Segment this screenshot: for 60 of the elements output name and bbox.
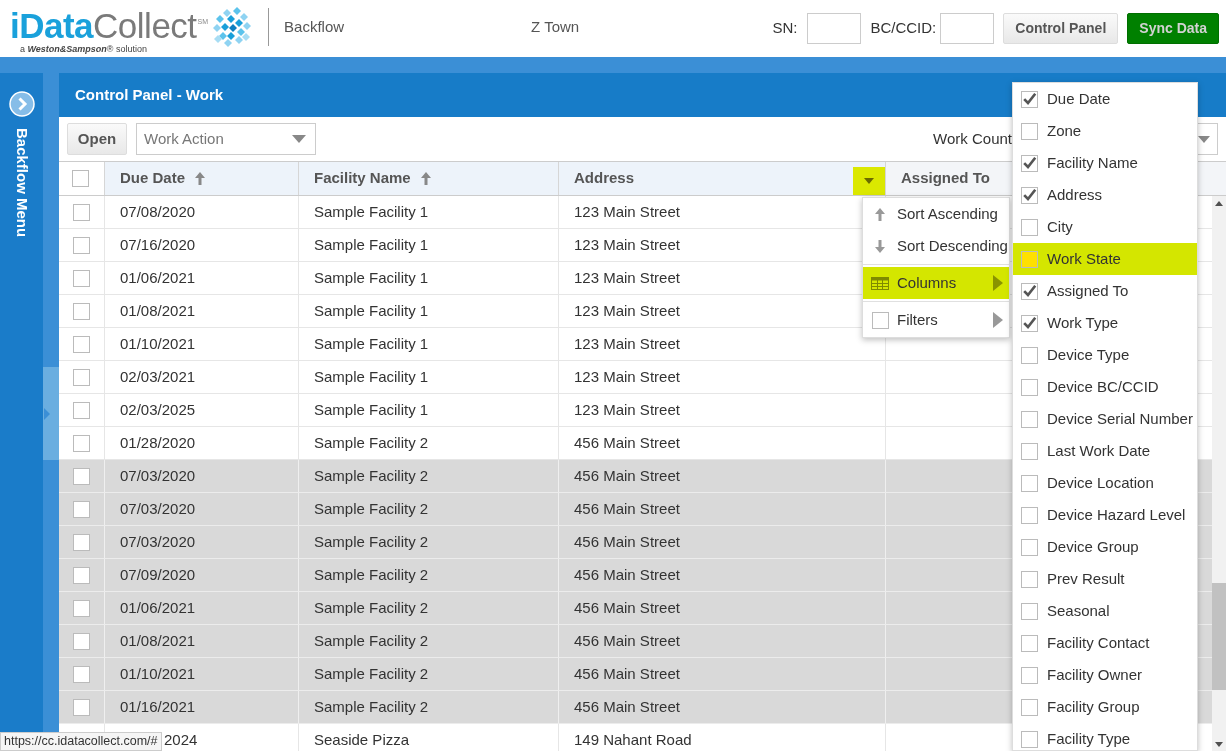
table-cell-text: 01/10/2021 <box>120 333 196 354</box>
table-cell-text: Sample Facility 2 <box>314 498 429 519</box>
table-cell-text: 456 Main Street <box>574 465 680 486</box>
table-cell-text: 01/06/2021 <box>120 267 196 288</box>
table-cell-text: Sample Facility 2 <box>314 630 429 651</box>
url-tooltip: https://cc.idatacollect.com/# <box>0 732 162 751</box>
logo-tagline: a Weston&Sampson® solution <box>20 44 148 54</box>
module-title: Backflow <box>284 16 345 37</box>
table-cell-text: Sample Facility 1 <box>314 234 429 255</box>
table-cell-text: 07/09/2020 <box>120 564 196 585</box>
table-cell-text: Sample Facility 2 <box>314 597 429 618</box>
table-cell-text: 01/10/2021 <box>120 663 196 684</box>
table-cell-text: 456 Main Street <box>574 432 680 453</box>
table-cell-text: 01/16/2021 <box>120 696 196 717</box>
table-cell-text: 07/08/2020 <box>120 201 196 222</box>
table-cell-text: 456 Main Street <box>574 696 680 717</box>
table-cell-text: Sample Facility 2 <box>314 696 429 717</box>
table-cell-text: 01/08/2021 <box>120 300 196 321</box>
table-cell-text: 2024 <box>164 729 198 750</box>
table-cell-text: 02/03/2025 <box>120 399 196 420</box>
table-cell-text: 07/03/2020 <box>120 531 196 552</box>
table-cell-text: 123 Main Street <box>574 201 680 222</box>
table-cell-text: Seaside Pizza <box>314 729 410 750</box>
table-cell-text: 07/16/2020 <box>120 234 196 255</box>
table-cell-text: 07/03/2020 <box>120 465 196 486</box>
table-cell-text: Sample Facility 2 <box>314 663 429 684</box>
table-cell-text: Sample Facility 1 <box>314 366 429 387</box>
work-count-label: Work Count <box>933 128 1012 149</box>
table-cell-text: 456 Main Street <box>574 498 680 519</box>
table-cell-text: Sample Facility 2 <box>314 564 429 585</box>
town-name: Z Town <box>531 16 580 37</box>
table-cell-text: 456 Main Street <box>574 531 680 552</box>
table-cell-text: Sample Facility 2 <box>314 432 429 453</box>
logo-wordmark: iDataCollect <box>10 8 197 44</box>
table-cell-text: 456 Main Street <box>574 564 680 585</box>
table-cell-text: Sample Facility 1 <box>314 333 429 354</box>
table-cell-text: 123 Main Street <box>574 267 680 288</box>
table-cell-text: Sample Facility 1 <box>314 267 429 288</box>
field-label: BC/CCID: <box>870 18 937 39</box>
table-cell-text: 123 Main Street <box>574 300 680 321</box>
table-cell-text: 123 Main Street <box>574 366 680 387</box>
table-cell-text: 149 Nahant Road <box>574 729 692 750</box>
table-cell-text: 123 Main Street <box>574 333 680 354</box>
table-cell-text: 456 Main Street <box>574 630 680 651</box>
table-cell-text: 07/03/2020 <box>120 498 196 519</box>
table-cell-text: 456 Main Street <box>574 597 680 618</box>
table-cell-text: 01/28/2020 <box>120 432 196 453</box>
table-cell-text: 02/03/2021 <box>120 366 196 387</box>
table-cell-text: 123 Main Street <box>574 234 680 255</box>
table-cell-text: Sample Facility 2 <box>314 465 429 486</box>
table-cell-text: 456 Main Street <box>574 663 680 684</box>
panel-title: Control Panel - Work <box>75 84 224 105</box>
table-cell-text: Sample Facility 1 <box>314 300 429 321</box>
table-cell-text: Sample Facility 1 <box>314 399 429 420</box>
table-cell-text: 01/08/2021 <box>120 630 196 651</box>
table-cell-text: 123 Main Street <box>574 399 680 420</box>
table-cell-text: Sample Facility 2 <box>314 531 429 552</box>
table-cell-text: Sample Facility 1 <box>314 201 429 222</box>
table-cell-text: 01/06/2021 <box>120 597 196 618</box>
field-label: SN: <box>772 18 798 39</box>
